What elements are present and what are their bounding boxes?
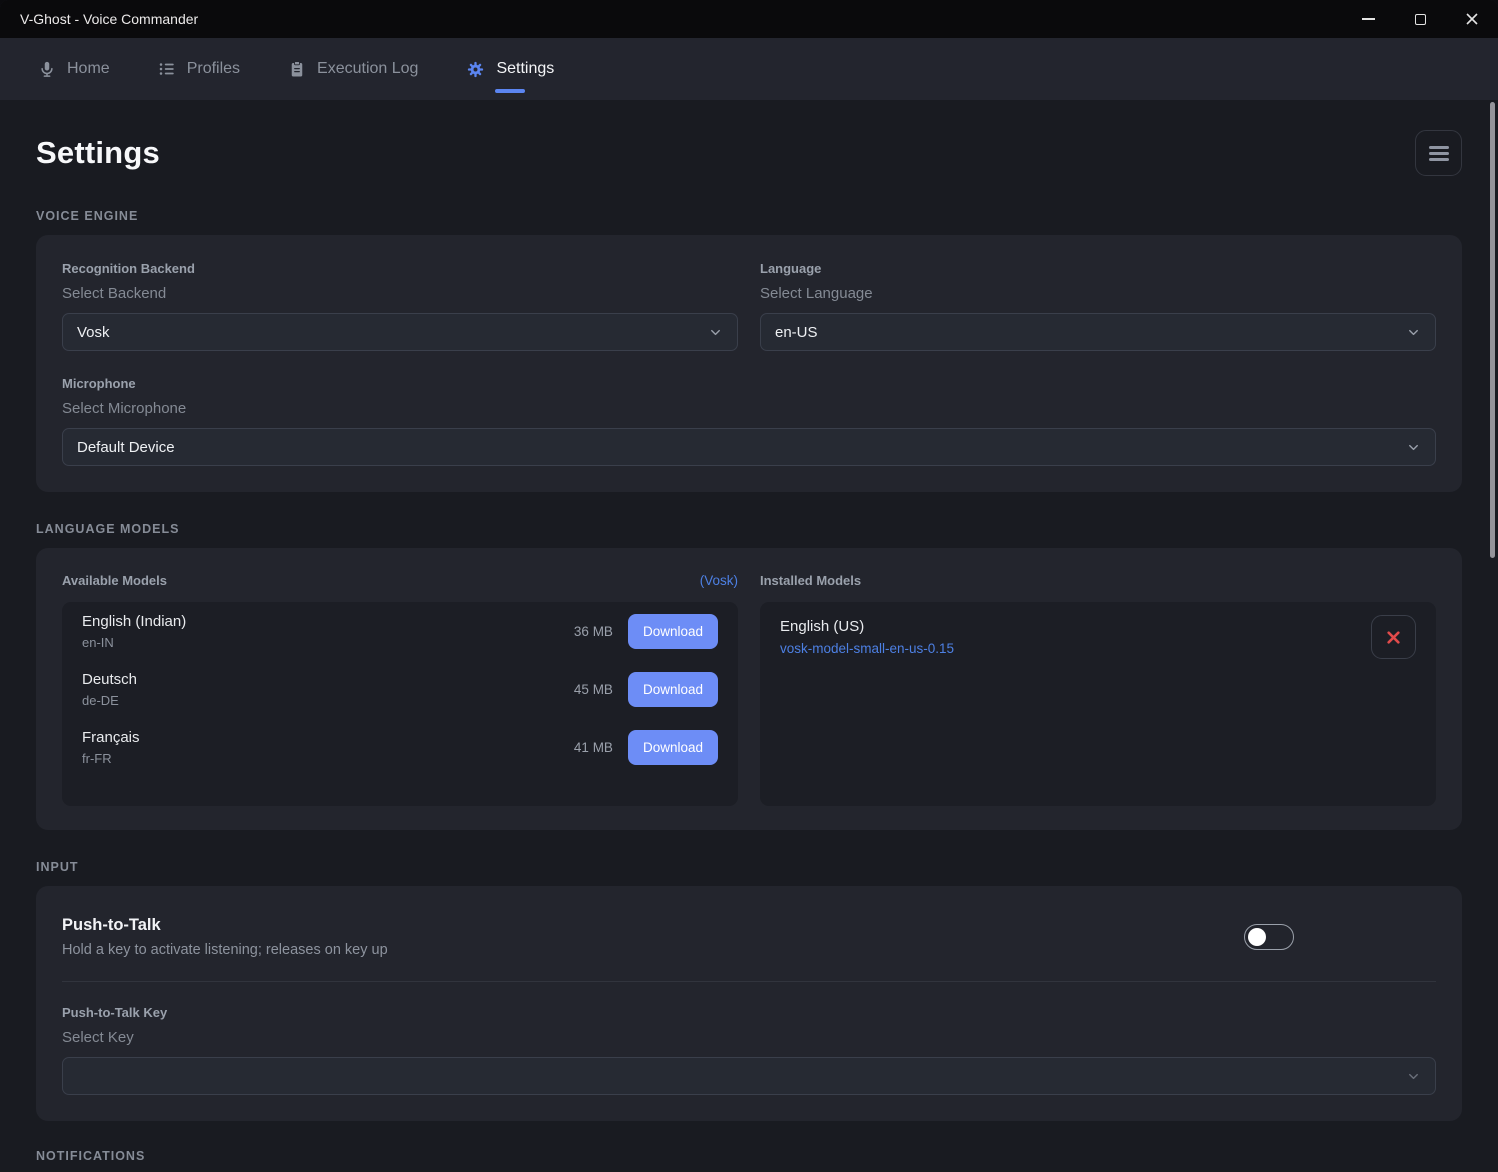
recognition-backend-field: Recognition Backend Select Backend Vosk <box>62 261 738 351</box>
available-model-row: Français fr-FR 41 MB Download <box>62 718 738 776</box>
tab-home[interactable]: Home <box>36 38 112 100</box>
field-label: Microphone <box>62 376 1436 391</box>
download-button[interactable]: Download <box>628 730 718 765</box>
download-button[interactable]: Download <box>628 614 718 649</box>
model-name: English (US) <box>780 618 954 635</box>
model-size: 45 MB <box>574 682 613 697</box>
field-sublabel: Select Microphone <box>62 400 1436 417</box>
tab-label: Home <box>67 60 110 78</box>
chevron-down-icon <box>1406 1069 1421 1084</box>
model-info: English (Indian) en-IN <box>82 613 186 650</box>
microphone-select[interactable]: Default Device <box>62 428 1436 466</box>
model-size: 36 MB <box>574 624 613 639</box>
model-info: Français fr-FR <box>82 729 140 766</box>
title-bar: V-Ghost - Voice Commander <box>0 0 1498 38</box>
minimize-icon <box>1362 18 1375 20</box>
app-window: V-Ghost - Voice Commander <box>0 0 1498 1172</box>
field-label: Language <box>760 261 1436 276</box>
close-icon <box>1465 12 1479 26</box>
push-to-talk-key-field: Push-to-Talk Key Select Key <box>62 1005 1436 1095</box>
backend-hint: (Vosk) <box>700 573 738 588</box>
tab-label: Execution Log <box>317 60 418 78</box>
push-to-talk-toggle[interactable] <box>1244 924 1294 950</box>
microphone-select-value: Default Device <box>77 439 175 456</box>
backend-select-value: Vosk <box>77 324 110 341</box>
minimize-button[interactable] <box>1342 0 1394 38</box>
settings-page: Settings VOICE ENGINE Recognition Backen… <box>0 130 1498 1163</box>
toggle-knob-icon <box>1248 928 1266 946</box>
model-id: vosk-model-small-en-us-0.15 <box>780 641 954 656</box>
model-name: English (Indian) <box>82 613 186 630</box>
nav-bar: Home Profiles <box>0 38 1498 100</box>
section-heading-notifications: NOTIFICATIONS <box>36 1149 1462 1163</box>
model-info: Deutsch de-DE <box>82 671 137 708</box>
field-sublabel: Select Key <box>62 1029 1436 1046</box>
available-models-label: Available Models <box>62 573 167 588</box>
tab-profiles[interactable]: Profiles <box>156 38 242 100</box>
field-sublabel: Select Backend <box>62 285 738 302</box>
model-code: de-DE <box>82 693 137 708</box>
chevron-down-icon <box>1406 325 1421 340</box>
tab-execution-log[interactable]: Execution Log <box>286 38 420 100</box>
chevron-down-icon <box>1406 440 1421 455</box>
backend-select[interactable]: Vosk <box>62 313 738 351</box>
menu-button[interactable] <box>1415 130 1462 176</box>
page-title: Settings <box>36 135 160 171</box>
model-info: English (US) vosk-model-small-en-us-0.15 <box>780 618 954 656</box>
model-code: en-IN <box>82 635 186 650</box>
model-actions: 36 MB Download <box>574 614 718 649</box>
installed-model-row: English (US) vosk-model-small-en-us-0.15 <box>760 602 1436 672</box>
maximize-icon <box>1415 14 1426 25</box>
chevron-down-icon <box>708 325 723 340</box>
available-model-row: English (Indian) en-IN 36 MB Download <box>62 602 738 660</box>
language-select-value: en-US <box>775 324 818 341</box>
installed-models-list: English (US) vosk-model-small-en-us-0.15 <box>760 602 1436 806</box>
push-to-talk-key-select[interactable] <box>62 1057 1436 1095</box>
hamburger-icon <box>1429 143 1449 164</box>
model-name: Français <box>82 729 140 746</box>
microphone-icon <box>38 60 56 78</box>
push-to-talk-description: Hold a key to activate listening; releas… <box>62 942 388 958</box>
model-actions: 45 MB Download <box>574 672 718 707</box>
available-model-row: Deutsch de-DE 45 MB Download <box>62 660 738 718</box>
delete-model-button[interactable] <box>1371 615 1416 659</box>
close-button[interactable] <box>1446 0 1498 38</box>
field-label: Push-to-Talk Key <box>62 1005 1436 1020</box>
clipboard-icon <box>288 60 306 78</box>
download-button[interactable]: Download <box>628 672 718 707</box>
model-actions: 41 MB Download <box>574 730 718 765</box>
divider <box>62 981 1436 982</box>
field-label: Recognition Backend <box>62 261 738 276</box>
list-icon <box>158 60 176 78</box>
installed-models-label: Installed Models <box>760 573 861 588</box>
push-to-talk-label: Push-to-Talk <box>62 916 388 935</box>
microphone-field: Microphone Select Microphone Default Dev… <box>62 376 1436 466</box>
input-card: Push-to-Talk Hold a key to activate list… <box>36 886 1462 1121</box>
language-field: Language Select Language en-US <box>760 261 1436 351</box>
section-heading-language-models: LANGUAGE MODELS <box>36 522 1462 536</box>
language-models-card: Available Models (Vosk) English (Indian)… <box>36 548 1462 830</box>
model-name: Deutsch <box>82 671 137 688</box>
tab-label: Profiles <box>187 60 240 78</box>
language-select[interactable]: en-US <box>760 313 1436 351</box>
model-size: 41 MB <box>574 740 613 755</box>
section-heading-voice-engine: VOICE ENGINE <box>36 209 1462 223</box>
field-sublabel: Select Language <box>760 285 1436 302</box>
push-to-talk-text: Push-to-Talk Hold a key to activate list… <box>62 916 388 958</box>
window-controls <box>1342 0 1498 38</box>
maximize-button[interactable] <box>1394 0 1446 38</box>
model-code: fr-FR <box>82 751 140 766</box>
available-models-column: Available Models (Vosk) English (Indian)… <box>62 572 738 806</box>
active-tab-indicator <box>495 89 525 93</box>
x-icon <box>1386 630 1401 645</box>
tab-settings[interactable]: Settings <box>464 38 556 100</box>
installed-models-column: Installed Models English (US) vosk-model… <box>760 572 1436 806</box>
section-heading-input: INPUT <box>36 860 1462 874</box>
tab-label: Settings <box>496 60 554 78</box>
window-title: V-Ghost - Voice Commander <box>0 11 198 27</box>
scrollbar-thumb[interactable] <box>1490 102 1495 558</box>
voice-engine-card: Recognition Backend Select Backend Vosk … <box>36 235 1462 492</box>
gear-icon <box>466 60 485 79</box>
available-models-list: English (Indian) en-IN 36 MB Download <box>62 602 738 806</box>
